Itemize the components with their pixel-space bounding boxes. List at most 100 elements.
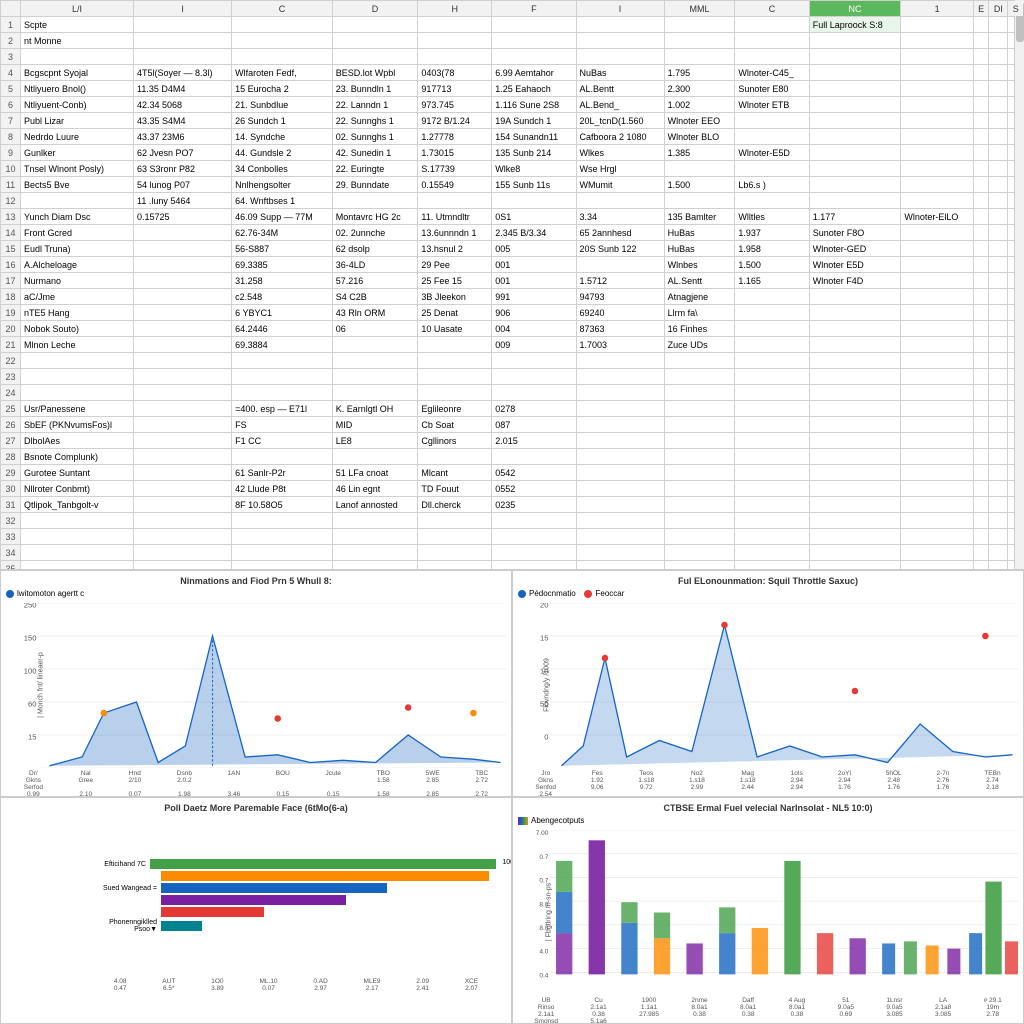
table-cell[interactable]: [735, 113, 809, 129]
table-cell[interactable]: [332, 353, 418, 369]
table-cell[interactable]: [989, 337, 1008, 353]
table-cell[interactable]: 20S Sunb 122: [576, 241, 664, 257]
table-cell[interactable]: 57.216: [332, 273, 418, 289]
table-cell[interactable]: [901, 417, 974, 433]
table-cell[interactable]: [21, 561, 134, 570]
table-cell[interactable]: [232, 513, 333, 529]
table-cell[interactable]: Wlnoter-E5D: [735, 145, 809, 161]
table-cell[interactable]: [809, 113, 901, 129]
table-cell[interactable]: [735, 497, 809, 513]
table-cell[interactable]: [973, 81, 988, 97]
table-cell[interactable]: [332, 385, 418, 401]
table-cell[interactable]: 63 S3ronr P82: [134, 161, 232, 177]
table-cell[interactable]: 87363: [576, 321, 664, 337]
table-cell[interactable]: [809, 449, 901, 465]
table-cell[interactable]: [735, 321, 809, 337]
table-cell[interactable]: [809, 369, 901, 385]
table-cell[interactable]: Wlnoter-C45_: [735, 65, 809, 81]
table-cell[interactable]: [576, 257, 664, 273]
table-cell[interactable]: [809, 465, 901, 481]
table-cell[interactable]: [134, 433, 232, 449]
table-cell[interactable]: [989, 17, 1008, 33]
table-cell[interactable]: [989, 465, 1008, 481]
table-cell[interactable]: Wlke8: [492, 161, 576, 177]
table-cell[interactable]: [989, 241, 1008, 257]
table-cell[interactable]: 61 Sanlr-P2r: [232, 465, 333, 481]
table-cell[interactable]: Wlnoter BLO: [664, 129, 735, 145]
table-cell[interactable]: [989, 353, 1008, 369]
table-cell[interactable]: [134, 17, 232, 33]
table-cell[interactable]: [134, 321, 232, 337]
table-cell[interactable]: 1.500: [735, 257, 809, 273]
table-cell[interactable]: 20L_tcnD(1.560: [576, 113, 664, 129]
table-cell[interactable]: c2.548: [232, 289, 333, 305]
table-cell[interactable]: [901, 481, 974, 497]
table-cell[interactable]: 44. Gundsle 2: [232, 145, 333, 161]
table-cell[interactable]: [332, 193, 418, 209]
table-cell[interactable]: MID: [332, 417, 418, 433]
table-cell[interactable]: [576, 33, 664, 49]
table-cell[interactable]: [735, 465, 809, 481]
table-cell[interactable]: 005: [492, 241, 576, 257]
table-cell[interactable]: S.17739: [418, 161, 492, 177]
col-header-i[interactable]: I: [134, 1, 232, 17]
table-cell[interactable]: [973, 513, 988, 529]
table-cell[interactable]: Bcgscpnt Syojal: [21, 65, 134, 81]
table-cell[interactable]: [735, 401, 809, 417]
table-cell[interactable]: [134, 305, 232, 321]
table-cell[interactable]: AL.Bentt: [576, 81, 664, 97]
table-cell[interactable]: 42 Llude P8t: [232, 481, 333, 497]
vertical-scrollbar[interactable]: [1014, 0, 1024, 569]
table-cell[interactable]: [735, 449, 809, 465]
table-cell[interactable]: [332, 561, 418, 570]
table-cell[interactable]: [973, 305, 988, 321]
table-cell[interactable]: Nedrdo Luure: [21, 129, 134, 145]
table-cell[interactable]: Tnsel Wlnont Posly): [21, 161, 134, 177]
table-cell[interactable]: 22. Euringte: [332, 161, 418, 177]
table-cell[interactable]: [809, 401, 901, 417]
table-cell[interactable]: 10 Uasate: [418, 321, 492, 337]
table-cell[interactable]: AL.Bend_: [576, 97, 664, 113]
table-cell[interactable]: 0S1: [492, 209, 576, 225]
table-cell[interactable]: [418, 369, 492, 385]
table-cell[interactable]: [576, 401, 664, 417]
table-cell[interactable]: [664, 401, 735, 417]
table-cell[interactable]: [134, 513, 232, 529]
table-cell[interactable]: 15 Eurocha 2: [232, 81, 333, 97]
table-cell[interactable]: [418, 561, 492, 570]
table-cell[interactable]: [664, 17, 735, 33]
table-cell[interactable]: [576, 529, 664, 545]
table-cell[interactable]: 0.15549: [418, 177, 492, 193]
table-cell[interactable]: 06: [332, 321, 418, 337]
table-cell[interactable]: [232, 369, 333, 385]
table-cell[interactable]: [735, 33, 809, 49]
table-cell[interactable]: A.Alcheloage: [21, 257, 134, 273]
table-cell[interactable]: [989, 561, 1008, 570]
table-cell[interactable]: [989, 65, 1008, 81]
table-cell[interactable]: 42.34 5068: [134, 97, 232, 113]
table-cell[interactable]: [332, 49, 418, 65]
table-cell[interactable]: [21, 193, 134, 209]
table-cell[interactable]: [134, 385, 232, 401]
table-cell[interactable]: Yunch Diam Dsc: [21, 209, 134, 225]
table-cell[interactable]: 02. 2unnche: [332, 225, 418, 241]
table-cell[interactable]: 1.002: [664, 97, 735, 113]
table-cell[interactable]: [418, 545, 492, 561]
table-cell[interactable]: [901, 545, 974, 561]
table-cell[interactable]: [332, 337, 418, 353]
table-cell[interactable]: [973, 321, 988, 337]
table-cell[interactable]: [664, 561, 735, 570]
table-cell[interactable]: 0552: [492, 481, 576, 497]
table-cell[interactable]: [134, 337, 232, 353]
table-cell[interactable]: Wlfaroten Fedf,: [232, 65, 333, 81]
table-cell[interactable]: [134, 561, 232, 570]
table-cell[interactable]: [21, 49, 134, 65]
table-cell[interactable]: [735, 353, 809, 369]
table-cell[interactable]: [418, 193, 492, 209]
table-cell[interactable]: [576, 353, 664, 369]
table-cell[interactable]: [134, 33, 232, 49]
table-cell[interactable]: [901, 113, 974, 129]
table-cell[interactable]: [901, 257, 974, 273]
col-header-li[interactable]: L/I: [21, 1, 134, 17]
table-cell[interactable]: [134, 401, 232, 417]
